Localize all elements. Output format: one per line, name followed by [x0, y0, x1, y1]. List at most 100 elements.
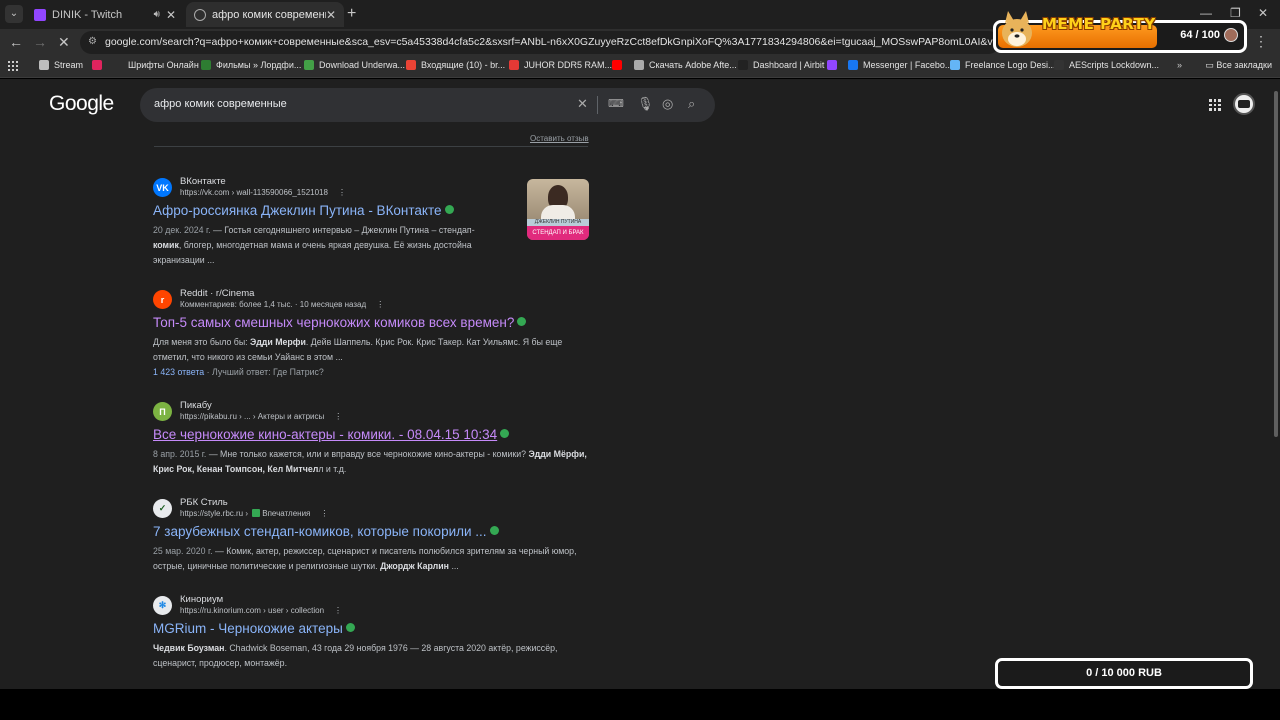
snippet-text: — Гостья сегодняшнего интервью – Джеклин… — [210, 225, 475, 235]
donation-amount: 0 / 10 000 RUB — [1086, 667, 1162, 679]
bookmark-label: Dashboard | Airbit — [753, 60, 825, 70]
bookmarks-overflow-icon[interactable]: » — [1177, 60, 1182, 70]
verified-icon — [345, 623, 355, 632]
result-date: 20 дек. 2024 г. — [153, 225, 211, 235]
result-snippet: 20 дек. 2024 г. — Гостья сегодняшнего ин… — [153, 223, 498, 268]
bookmark-item[interactable]: Dashboard | Airbit — [738, 60, 824, 70]
result-meta-text: Комментариев: более 1,4 тыс. · 10 месяце… — [180, 300, 367, 309]
more-options-icon[interactable]: ⋮ — [320, 509, 328, 518]
address-bar[interactable]: ⚙ google.com/search?q=афро+комик+совреме… — [80, 31, 1000, 54]
result-title-link[interactable]: Все чернокожие кино-актеры - комики. - 0… — [153, 426, 593, 444]
result-thumbnail[interactable]: ДЖЕКЛИН ПУТИНА СТЕНДАП И БРАК — [527, 179, 589, 240]
tab-title: DINIK - Twitch — [52, 8, 123, 21]
bookmark-item[interactable] — [92, 60, 107, 70]
more-options-icon[interactable]: ⋮ — [376, 300, 384, 309]
bookmark-item[interactable]: Скачать Adobe Afte... — [634, 60, 737, 70]
result-url-tag: Впечатления — [262, 509, 311, 518]
new-tab-button[interactable]: + — [347, 6, 356, 22]
result-url[interactable]: https://ru.kinorium.com › user › collect… — [180, 606, 342, 615]
apps-icon[interactable] — [8, 61, 18, 71]
minimize-icon[interactable]: — — [1200, 6, 1212, 20]
result-url[interactable]: https://style.rbc.ru › Впечатления ⋮ — [180, 509, 328, 518]
lens-icon[interactable]: ◎ — [662, 97, 673, 111]
close-window-icon[interactable]: ✕ — [1258, 6, 1268, 20]
result-title-link[interactable]: MGRium - Чернокожие актеры — [153, 620, 593, 638]
result-site-name[interactable]: РБК Стиль — [180, 497, 228, 508]
bookmarks-bar: Stream Шрифты Онлайн Фильмы » Лордфи... Dow… — [0, 56, 1280, 78]
bookmark-item[interactable]: AEScripts Lockdown... — [1054, 60, 1159, 70]
bookmark-item[interactable]: Freelance Logo Desi... — [950, 60, 1056, 70]
tab-twitch[interactable]: DINIK - Twitch 🔊︎ ✕ — [26, 2, 184, 27]
result-title-link[interactable]: Топ-5 самых смешных чернокожих комиков в… — [153, 314, 593, 332]
more-options-icon[interactable]: ⋮ — [334, 606, 342, 615]
store-icon — [509, 60, 519, 70]
google-apps-icon[interactable] — [1209, 99, 1221, 111]
search-box[interactable]: афро комик современные ✕ ⌨ 🎙︎ ◎ ⌕ — [140, 88, 715, 122]
answers-link[interactable]: 1 423 ответа — [153, 367, 204, 377]
bookmark-item[interactable]: Шрифты Онлайн — [128, 60, 199, 70]
all-bookmarks-folder[interactable]: ▭ Все закладки — [1205, 60, 1272, 71]
result-site-name[interactable]: Пикабу — [180, 400, 212, 411]
search-results-page: Google афро комик современные ✕ ⌨ 🎙︎ ◎ ⌕… — [0, 79, 1280, 689]
bookmark-item[interactable]: Фильмы » Лордфи... — [201, 60, 301, 70]
browser-menu-icon[interactable]: ⋮ — [1254, 33, 1268, 50]
more-options-icon[interactable]: ⋮ — [334, 412, 342, 421]
result-url[interactable]: https://vk.com › wall-113590066_1521018 ⋮ — [180, 188, 346, 197]
airbit-icon — [738, 60, 748, 70]
snippet-text: л и т.д. — [318, 464, 347, 474]
result-title-text: Топ-5 самых смешных чернокожих комиков в… — [153, 315, 515, 330]
result-snippet: Для меня это было бы: Эдди Мерфи. Дейв Ш… — [153, 335, 593, 365]
search-divider — [597, 96, 598, 114]
result-site-name[interactable]: Кинориум — [180, 594, 223, 605]
thumbnail-caption: ДЖЕКЛИН ПУТИНА — [527, 219, 589, 226]
close-tab-icon[interactable]: ✕ — [166, 8, 176, 22]
search-icon[interactable]: ⌕ — [688, 97, 695, 111]
account-avatar[interactable] — [1233, 93, 1255, 115]
tab-title: афро комик современные - П — [212, 8, 326, 21]
result-url-text: https://style.rbc.ru › — [180, 509, 251, 518]
bookmark-item[interactable] — [827, 60, 842, 70]
feedback-link[interactable]: Оставить отзыв — [530, 134, 589, 143]
keyboard-icon[interactable]: ⌨ — [608, 97, 624, 111]
bookmark-item[interactable] — [612, 60, 627, 70]
result-site-name[interactable]: ВКонтакте — [180, 176, 226, 187]
page-scrollbar[interactable] — [1272, 79, 1280, 689]
doge-icon — [1002, 11, 1032, 47]
restore-icon[interactable]: ❐ — [1230, 6, 1241, 20]
search-result: ✓ РБК Стиль https://style.rbc.ru › Впеча… — [153, 497, 593, 574]
search-result: П Пикабу https://pikabu.ru › ... › Актер… — [153, 400, 593, 477]
bookmark-item[interactable]: JUHOR DDR5 RAM... — [509, 60, 612, 70]
bottom-black-bar — [0, 689, 1280, 720]
twitch-icon — [827, 60, 837, 70]
result-meta: Комментариев: более 1,4 тыс. · 10 месяце… — [180, 300, 384, 309]
bookmark-item[interactable]: Stream — [39, 60, 83, 70]
avatar-coin-icon — [1224, 28, 1238, 42]
result-url-text: https://pikabu.ru › ... › Актеры и актри… — [180, 412, 325, 421]
back-icon[interactable]: ← — [9, 33, 23, 51]
result-snippet: Чедвик Боузман. Chadwick Boseman, 43 год… — [153, 641, 593, 671]
tab-search-button[interactable]: ⌄ — [5, 5, 23, 23]
meme-count: 64 / 100 — [1180, 29, 1220, 41]
url-text[interactable]: google.com/search?q=афро+комик+современн… — [105, 36, 1000, 48]
kinorium-icon: ✻ — [153, 596, 172, 615]
speaker-icon[interactable]: 🔊︎ — [154, 9, 160, 20]
forward-icon[interactable]: → — [33, 33, 47, 51]
google-logo[interactable]: Google — [49, 92, 114, 116]
more-options-icon[interactable]: ⋮ — [338, 188, 346, 197]
tab-google-search[interactable]: афро комик современные - П ✕ — [186, 2, 344, 27]
scrollbar-thumb[interactable] — [1274, 91, 1278, 437]
clear-search-icon[interactable]: ✕ — [577, 97, 588, 111]
stop-loading-icon[interactable]: ✕ — [58, 33, 70, 51]
search-result: r Reddit · r/Cinema Комментариев: более … — [153, 288, 593, 380]
microphone-icon[interactable]: 🎙︎ — [637, 97, 654, 111]
close-tab-icon[interactable]: ✕ — [326, 8, 336, 22]
site-info-icon[interactable]: ⚙ — [88, 36, 97, 47]
twitch-icon — [34, 8, 46, 21]
result-site-name[interactable]: Reddit · r/Cinema — [180, 288, 254, 299]
result-url[interactable]: https://pikabu.ru › ... › Актеры и актри… — [180, 412, 342, 421]
result-title-link[interactable]: 7 зарубежных стендап-комиков, которые по… — [153, 523, 593, 541]
bookmark-item[interactable]: Входящие (10) - br... — [406, 60, 505, 70]
bookmark-item[interactable]: Messenger | Facebo... — [848, 60, 952, 70]
bookmark-item[interactable]: Download Underwa... — [304, 60, 405, 70]
search-input[interactable]: афро комик современные — [154, 98, 287, 110]
